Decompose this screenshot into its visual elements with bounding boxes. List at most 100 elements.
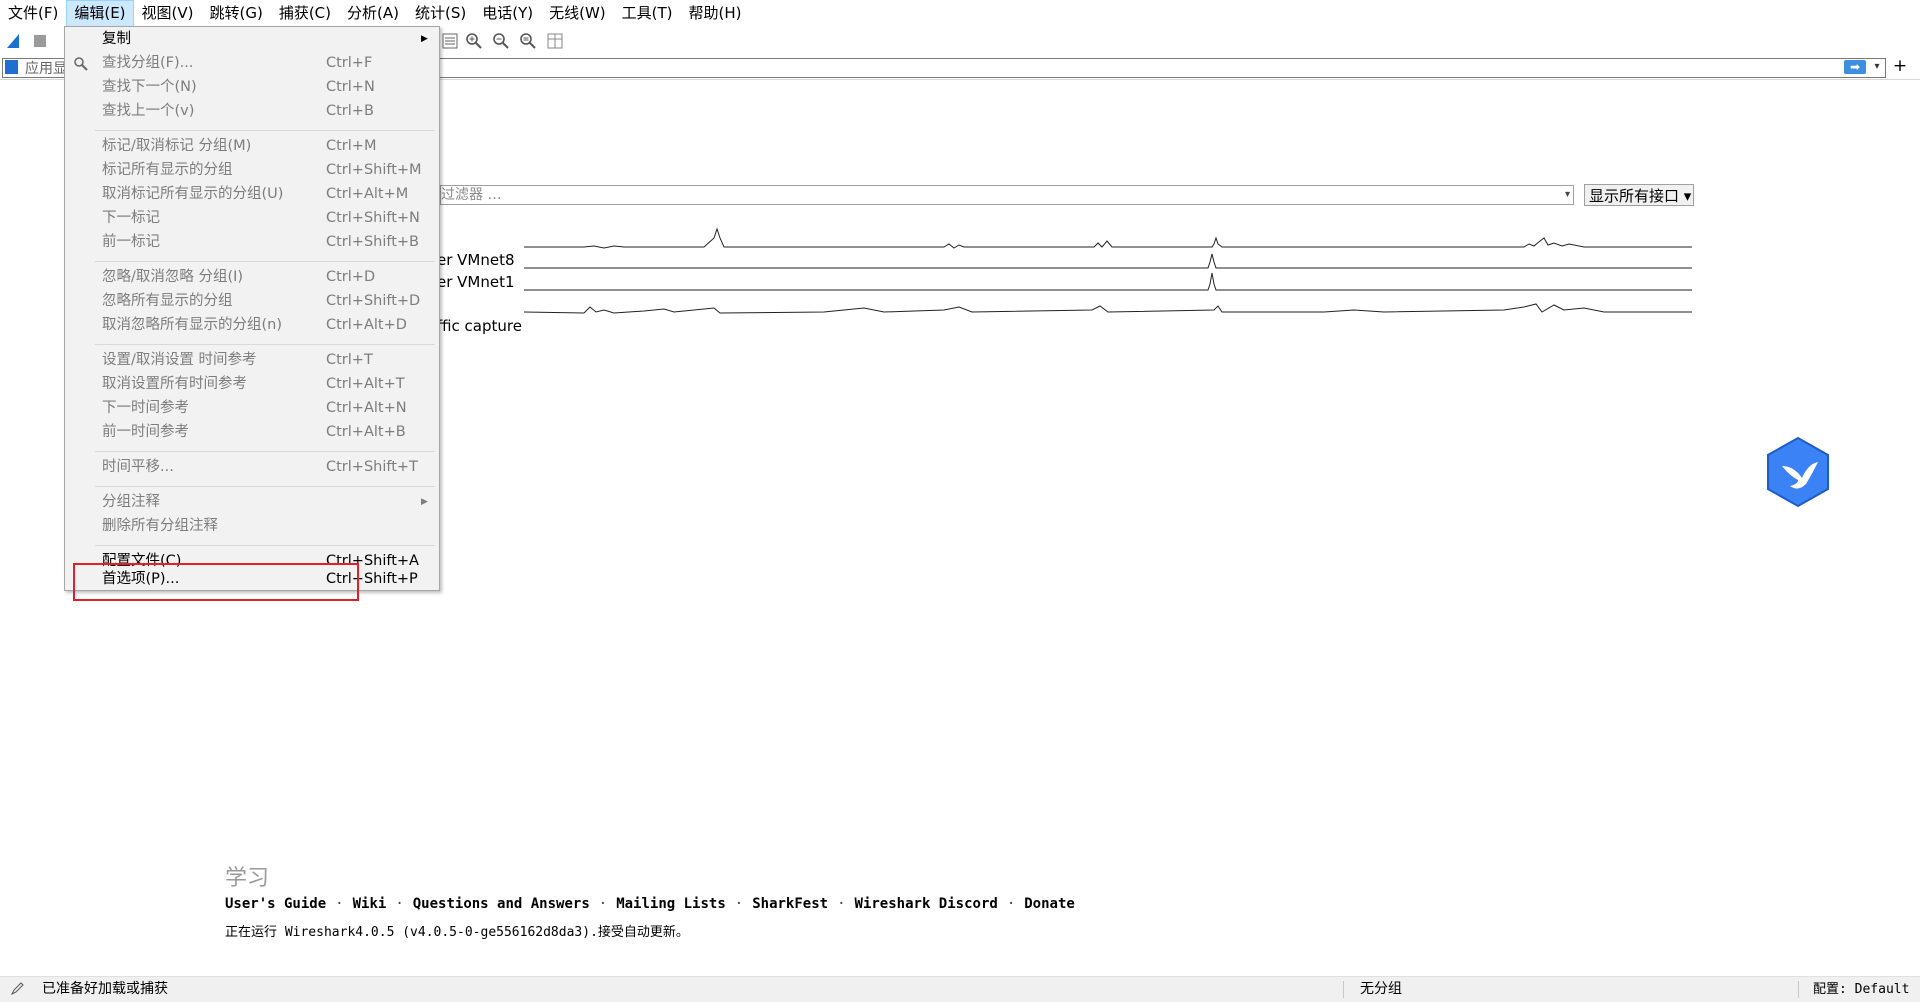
- zoom-reset-icon[interactable]: [518, 31, 538, 51]
- menu-separator: [95, 451, 435, 452]
- chevron-down-icon[interactable]: ▾: [1870, 59, 1884, 75]
- interface-item-vmnet1[interactable]: er VMnet1: [437, 273, 515, 291]
- menu-item-find-packet[interactable]: 查找分组(F)... Ctrl+F: [65, 51, 439, 75]
- wireshark-bird-icon: [1767, 436, 1829, 508]
- submenu-arrow-icon: ▶: [421, 497, 428, 507]
- menu-item-unignore-all[interactable]: 取消忽略所有显示的分组(n) Ctrl+Alt+D: [65, 313, 439, 337]
- link-wireshark-discord[interactable]: Wireshark Discord: [855, 896, 998, 912]
- link-separator: ·: [734, 896, 744, 912]
- menu-item-label: 标记/取消标记 分组(M): [102, 138, 252, 154]
- menu-item-mark-toggle[interactable]: 标记/取消标记 分组(M) Ctrl+M: [65, 134, 439, 158]
- menu-separator: [95, 545, 435, 546]
- menu-view[interactable]: 视图(V): [134, 0, 202, 27]
- menu-statistics[interactable]: 统计(S): [407, 0, 474, 27]
- bookmark-icon[interactable]: [5, 60, 18, 74]
- resize-columns-icon[interactable]: [545, 31, 565, 51]
- menu-item-label: 分组注释: [102, 494, 160, 510]
- sparkline-1: [524, 253, 1692, 269]
- menu-item-shortcut: Ctrl+N: [326, 79, 375, 95]
- arrow-right-icon[interactable]: ➡: [1844, 60, 1866, 74]
- zoom-in-icon[interactable]: [464, 31, 484, 51]
- menu-item-shortcut: Ctrl+B: [326, 103, 374, 119]
- menu-item-label: 查找下一个(N): [102, 79, 197, 95]
- menu-item-time-ref-toggle[interactable]: 设置/取消设置 时间参考 Ctrl+T: [65, 348, 439, 372]
- menu-wireless[interactable]: 无线(W): [541, 0, 614, 27]
- colorize-icon[interactable]: [440, 31, 460, 51]
- menu-item-find-next[interactable]: 查找下一个(N) Ctrl+N: [65, 75, 439, 99]
- status-bar: 已准备好加载或捕获 无分组 配置: Default: [0, 976, 1920, 1002]
- link-donate[interactable]: Donate: [1024, 896, 1075, 912]
- menu-item-label: 时间平移...: [102, 459, 174, 475]
- link-mailing-lists[interactable]: Mailing Lists: [616, 896, 726, 912]
- stop-capture-icon[interactable]: [30, 31, 50, 51]
- link-separator: ·: [335, 896, 344, 912]
- shark-fin-start-icon[interactable]: [4, 31, 24, 51]
- menu-item-unmark-all[interactable]: 取消标记所有显示的分组(U) Ctrl+Alt+M: [65, 182, 439, 206]
- link-separator: ·: [395, 896, 404, 912]
- status-divider: [1343, 981, 1344, 998]
- menu-item-packet-comment[interactable]: 分组注释 ▶: [65, 490, 439, 514]
- menu-separator: [95, 130, 435, 131]
- link-questions-and-answers[interactable]: Questions and Answers: [413, 896, 590, 912]
- menu-item-time-ref-next[interactable]: 下一时间参考 Ctrl+Alt+N: [65, 396, 439, 420]
- menu-tools[interactable]: 工具(T): [614, 0, 681, 27]
- interface-item-traffic-capture[interactable]: ffic capture: [437, 317, 522, 335]
- link-sharkfest[interactable]: SharkFest: [752, 896, 828, 912]
- interface-item-vmnet8[interactable]: er VMnet8: [437, 251, 515, 269]
- menu-item-time-ref-prev[interactable]: 前一时间参考 Ctrl+Alt+B: [65, 420, 439, 444]
- menu-item-label: 复制: [102, 31, 131, 47]
- edit-comment-icon[interactable]: [10, 981, 25, 996]
- menu-go[interactable]: 跳转(G): [202, 0, 271, 27]
- status-profile-text[interactable]: 配置: Default: [1813, 977, 1909, 1002]
- capture-filter-input[interactable]: 过滤器 … ▾: [440, 185, 1574, 205]
- status-main-text: 已准备好加载或捕获: [42, 981, 168, 997]
- menu-item-mark-all[interactable]: 标记所有显示的分组 Ctrl+Shift+M: [65, 158, 439, 182]
- zoom-out-icon[interactable]: [491, 31, 511, 51]
- menubar: 文件(F) 编辑(E) 视图(V) 跳转(G) 捕获(C) 分析(A) 统计(S…: [0, 0, 1920, 27]
- link-wiki[interactable]: Wiki: [353, 896, 387, 912]
- menu-item-label: 下一标记: [102, 210, 160, 226]
- menu-item-time-shift[interactable]: 时间平移... Ctrl+Shift+T: [65, 455, 439, 479]
- menu-analyze[interactable]: 分析(A): [339, 0, 407, 27]
- show-all-interfaces-button[interactable]: 显示所有接口 ▾: [1584, 184, 1694, 206]
- menu-item-shortcut: Ctrl+Alt+N: [326, 400, 407, 416]
- interface-sparklines: [524, 227, 1692, 314]
- menu-item-ignore-all[interactable]: 忽略所有显示的分组 Ctrl+Shift+D: [65, 289, 439, 313]
- menu-file[interactable]: 文件(F): [0, 0, 66, 27]
- menu-item-shortcut: Ctrl+Alt+D: [326, 317, 407, 333]
- menu-item-shortcut: Ctrl+M: [326, 138, 377, 154]
- edit-menu-dropdown: 复制 ▶ 查找分组(F)... Ctrl+F 查找下一个(N) Ctrl+N 查找上一…: [64, 26, 440, 591]
- menu-item-ignore-toggle[interactable]: 忽略/取消忽略 分组(I) Ctrl+D: [65, 265, 439, 289]
- menu-item-label: 设置/取消设置 时间参考: [102, 352, 257, 368]
- learn-links: User's Guide · Wiki · Questions and Answers ·…: [225, 896, 1075, 912]
- menu-item-shortcut: Ctrl+Shift+D: [326, 293, 421, 309]
- menu-item-delete-comments[interactable]: 删除所有分组注释: [65, 514, 439, 538]
- add-filter-button[interactable]: +: [1890, 56, 1910, 76]
- menu-item-shortcut: Ctrl+F: [326, 55, 373, 71]
- menu-item-shortcut: Ctrl+Alt+B: [326, 424, 406, 440]
- menu-item-label: 前一时间参考: [102, 424, 189, 440]
- menu-item-shortcut: Ctrl+D: [326, 269, 376, 285]
- menu-item-next-mark[interactable]: 下一标记 Ctrl+Shift+N: [65, 206, 439, 230]
- menu-separator: [95, 261, 435, 262]
- display-filter-placeholder: 应用显: [25, 61, 67, 77]
- menu-item-label: 查找上一个(v): [102, 103, 195, 119]
- status-packets-text: 无分组: [1360, 981, 1402, 997]
- menu-item-label: 取消忽略所有显示的分组(n): [102, 317, 283, 333]
- chevron-down-icon[interactable]: ▾: [1565, 186, 1570, 204]
- menu-item-find-prev[interactable]: 查找上一个(v) Ctrl+B: [65, 99, 439, 123]
- menu-item-time-ref-clear[interactable]: 取消设置所有时间参考 Ctrl+Alt+T: [65, 372, 439, 396]
- menu-help[interactable]: 帮助(H): [681, 0, 750, 27]
- menu-edit[interactable]: 编辑(E): [66, 0, 134, 27]
- menu-capture[interactable]: 捕获(C): [271, 0, 339, 27]
- link-users-guide[interactable]: User's Guide: [225, 896, 326, 912]
- menu-telephony[interactable]: 电话(Y): [474, 0, 541, 27]
- menu-item-shortcut: Ctrl+Alt+M: [326, 186, 409, 202]
- menu-item-shortcut: Ctrl+T: [326, 352, 373, 368]
- learn-heading: 学习: [225, 866, 270, 891]
- link-separator: ·: [837, 896, 846, 912]
- menu-item-label: 忽略所有显示的分组: [102, 293, 233, 309]
- menu-item-copy[interactable]: 复制 ▶: [65, 27, 439, 51]
- menu-item-prev-mark[interactable]: 前一标记 Ctrl+Shift+B: [65, 230, 439, 254]
- sparkline-2: [524, 272, 1692, 291]
